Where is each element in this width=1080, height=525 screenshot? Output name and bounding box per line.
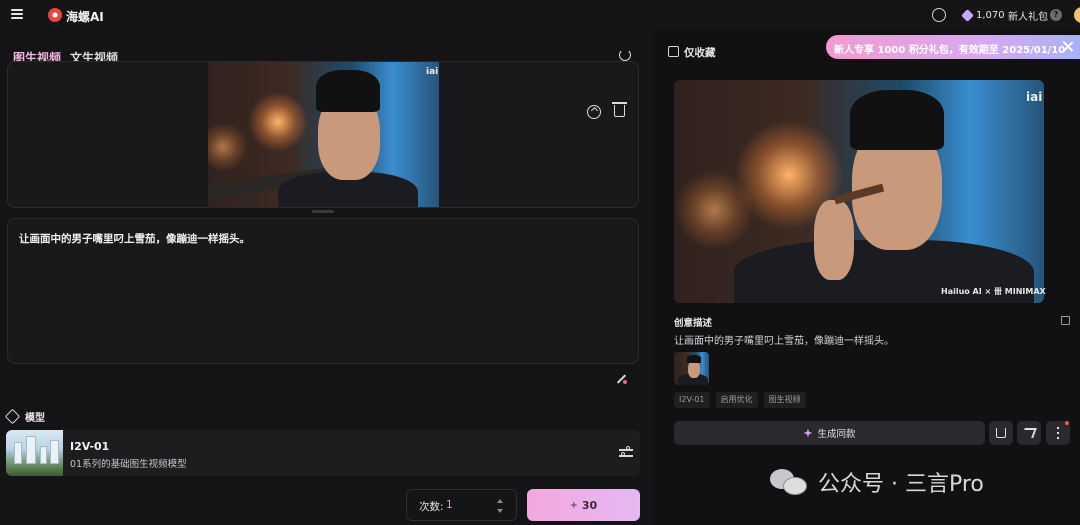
prompt-input[interactable]: 让画面中的男子嘴里叼上雪茄，像蹦迪一样摇头。: [7, 218, 639, 364]
points-value: 1,070: [976, 9, 1005, 21]
gem-icon: [961, 8, 974, 22]
description-title: 创意描述: [674, 318, 713, 329]
model-selector[interactable]: I2V-01 01系列的基础图生视频模型: [6, 430, 640, 476]
top-bar: 海螺AI 1,070 新人礼包 ?: [0, 0, 1080, 30]
wechat-icon: [770, 467, 810, 497]
tag-optimization: 启用优化: [715, 392, 758, 408]
count-label: 次数:: [419, 501, 444, 513]
uploaded-image: iai: [208, 62, 439, 207]
resize-handle[interactable]: [312, 210, 334, 213]
download-icon: [996, 428, 1006, 438]
newbie-gift-link[interactable]: 新人礼包: [1008, 8, 1048, 23]
increment-icon[interactable]: [497, 499, 503, 503]
prompt-optimize-icon[interactable]: [616, 373, 627, 384]
hailuo-logo-icon[interactable]: [48, 8, 62, 22]
prompt-text[interactable]: 让画面中的男子嘴里叼上雪茄，像蹦迪一样摇头。: [19, 231, 250, 246]
save-button[interactable]: [989, 421, 1013, 445]
video-frame: iai: [674, 80, 1044, 303]
favorites-only-label[interactable]: 仅收藏: [684, 45, 716, 60]
count-stepper[interactable]: 次数: 1: [406, 489, 517, 521]
settings-sliders-icon[interactable]: [619, 446, 633, 458]
model-section-heading: 模型: [4, 408, 45, 425]
model-description: 01系列的基础图生视频模型: [70, 459, 187, 470]
promo-banner[interactable]: 新人专享 1000 积分礼包，有效期至 2025/01/10: [826, 35, 1080, 59]
upload-icon[interactable]: [587, 105, 601, 119]
model-section-label: 模型: [25, 413, 45, 424]
help-icon[interactable]: ?: [1050, 9, 1062, 21]
uploaded-image-card[interactable]: iai: [7, 61, 639, 208]
tag-model: I2V-01: [674, 392, 710, 408]
model-name: I2V-01: [70, 440, 110, 453]
cube-icon: [4, 408, 21, 425]
tag-list: I2V-01 启用优化 图生视频: [674, 392, 806, 408]
wechat-label: 公众号 · 三言Pro: [818, 472, 984, 497]
decrement-icon[interactable]: [497, 509, 503, 513]
close-icon[interactable]: [1061, 40, 1074, 53]
reference-thumbnail[interactable]: [674, 352, 709, 385]
spark-icon: [569, 501, 578, 509]
more-icon: [1057, 427, 1059, 429]
generated-video[interactable]: iai: [674, 80, 1044, 303]
description-text: 让画面中的男子嘴里叼上雪茄，像蹦迪一样摇头。: [674, 336, 894, 347]
share-icon: [1021, 428, 1037, 438]
image-watermark: iai: [426, 67, 439, 77]
avatar[interactable]: [1074, 7, 1080, 23]
promo-text: 新人专享 1000 积分礼包，有效期至 2025/01/10: [834, 45, 1066, 56]
menu-icon[interactable]: [11, 9, 23, 19]
generate-same-button[interactable]: 生成同款: [674, 421, 985, 445]
notification-dot: [1065, 421, 1069, 425]
favorites-only-checkbox[interactable]: [668, 46, 679, 57]
share-button[interactable]: [1017, 421, 1041, 445]
video-watermark: iai: [1026, 90, 1043, 104]
globe-icon[interactable]: [932, 8, 946, 22]
generate-same-label: 生成同款: [817, 429, 856, 440]
spark-icon: [803, 428, 813, 438]
tag-mode: 图生视频: [763, 392, 806, 408]
delete-icon[interactable]: [612, 102, 627, 117]
model-thumbnail: [6, 430, 63, 476]
generate-cost: 30: [581, 498, 598, 512]
reset-icon[interactable]: [619, 49, 631, 61]
count-value[interactable]: 1: [446, 499, 453, 511]
generate-button[interactable]: 30: [527, 489, 640, 521]
copy-icon[interactable]: [1061, 316, 1070, 325]
video-footer-watermark: Hailuo AI × 卌 MINIMAX: [941, 287, 1046, 296]
points-chip[interactable]: 1,070: [961, 6, 1005, 24]
brand-name[interactable]: 海螺AI: [66, 8, 104, 25]
wechat-watermark: 公众号 · 三言Pro: [770, 466, 984, 498]
